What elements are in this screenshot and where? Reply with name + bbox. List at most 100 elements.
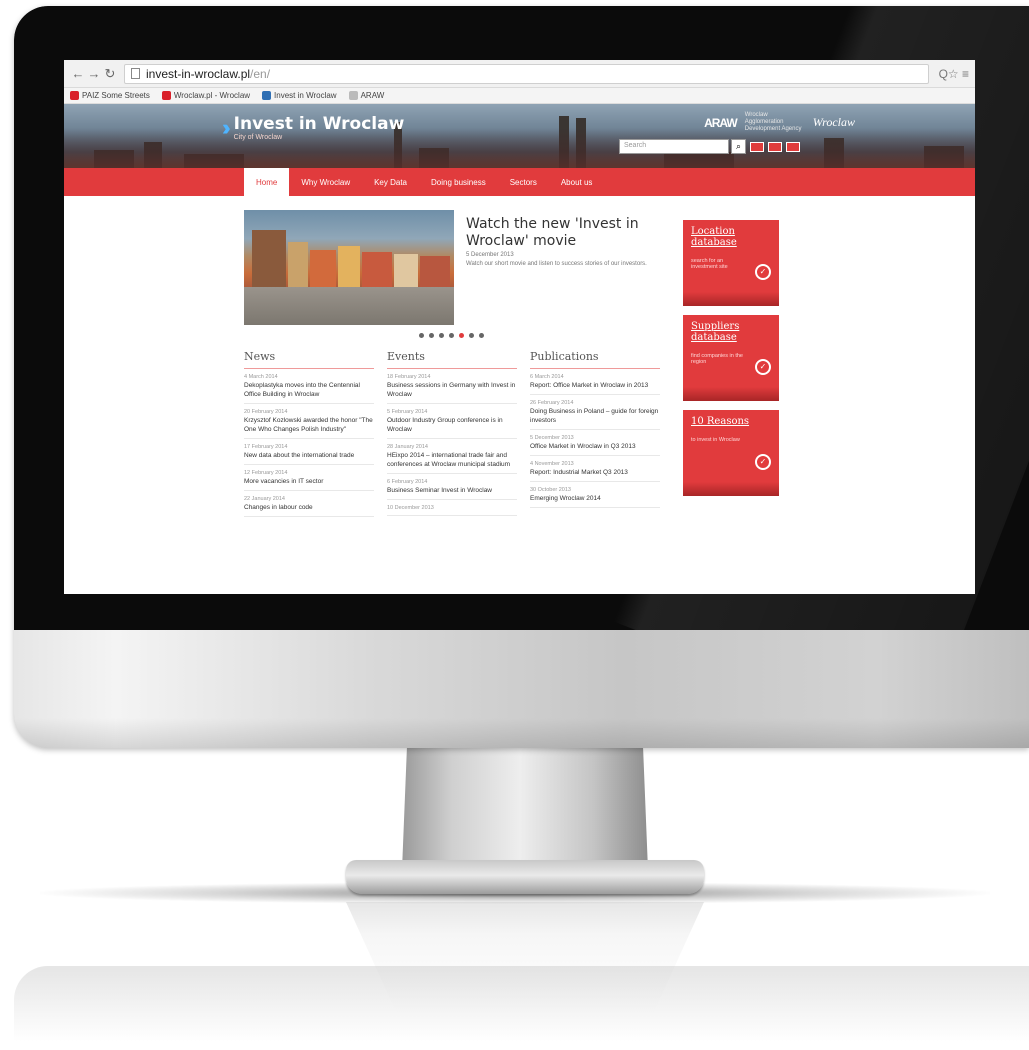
page-icon: [131, 68, 140, 79]
slider-dot[interactable]: [419, 333, 424, 338]
list-item[interactable]: 5 December 2013 Office Market in Wroclaw …: [530, 430, 660, 456]
language-button[interactable]: [786, 141, 800, 152]
sidebar-box-title[interactable]: Location database: [691, 226, 771, 248]
language-button[interactable]: [768, 141, 782, 152]
item-date: 6 March 2014: [530, 374, 564, 380]
list-item[interactable]: 12 February 2014 More vacancies in IT sec…: [244, 465, 374, 491]
slider-dot[interactable]: [479, 333, 484, 338]
sidebar-box-title[interactable]: Suppliers database: [691, 321, 771, 343]
nav-item-home[interactable]: Home: [244, 168, 290, 196]
monitor-chin: [14, 630, 1029, 748]
sidebar-box[interactable]: Location database search for an investmen…: [683, 220, 779, 306]
slide-title[interactable]: Watch the new 'Invest in Wroclaw' movie: [466, 216, 662, 250]
sidebar-box-subtitle: search for an investment site: [691, 258, 728, 270]
nav-item-key-data[interactable]: Key Data: [362, 168, 419, 196]
site-logo[interactable]: ›› Invest in Wroclaw City of Wroclaw: [222, 114, 404, 141]
nav-item-sectors[interactable]: Sectors: [498, 168, 549, 196]
column-title[interactable]: Publications: [530, 350, 660, 369]
sidebar-box[interactable]: Suppliers database find companies in the …: [683, 315, 779, 401]
item-date: 4 November 2013: [530, 461, 574, 467]
sidebar-box-subtitle: to invest in Wroclaw: [691, 437, 740, 443]
city-slogan: Wroclaw: [812, 115, 855, 129]
list-item[interactable]: 17 February 2014 New data about the inter…: [244, 439, 374, 465]
list-item[interactable]: 6 February 2014 Business Seminar Invest i…: [387, 474, 517, 500]
item-title[interactable]: Business sessions in Germany with Invest…: [387, 381, 517, 399]
search-icon[interactable]: ⌕: [731, 139, 746, 154]
bookmark-item[interactable]: ARAW: [348, 91, 385, 100]
list-item[interactable]: 18 February 2014 Business sessions in Ger…: [387, 369, 517, 404]
reload-icon[interactable]: ↻: [102, 66, 118, 82]
list-item[interactable]: 26 February 2014 Doing Business in Poland…: [530, 395, 660, 430]
logo-subtitle: City of Wroclaw: [233, 134, 283, 141]
nav-item-why-wroclaw[interactable]: Why Wroclaw: [289, 168, 362, 196]
sidebar-box-footer: [683, 387, 779, 401]
item-title[interactable]: Office Market in Wroclaw in Q3 2013: [530, 442, 660, 451]
language-button[interactable]: [750, 141, 764, 152]
list-item[interactable]: 6 March 2014 Report: Office Market in Wro…: [530, 369, 660, 395]
column-title[interactable]: News: [244, 350, 374, 369]
nav-item-doing-business[interactable]: Doing business: [419, 168, 498, 196]
bookmarks-bar: PAIZ Some Streets Wroclaw.pl - Wroclaw Inv…: [64, 88, 975, 104]
list-item[interactable]: 20 February 2014 Krzysztof Kozlowski awar…: [244, 404, 374, 439]
screen: ← → ↻ invest-in-wroclaw.pl/en/ Q☆ ≡ PAIZ…: [64, 60, 975, 594]
item-date: 18 February 2014: [387, 374, 431, 380]
column-title[interactable]: Events: [387, 350, 517, 369]
item-date: 22 January 2014: [244, 496, 285, 502]
slider-dot[interactable]: [429, 333, 434, 338]
slider-dot[interactable]: [469, 333, 474, 338]
page-bookmark-icon: [161, 91, 171, 100]
url-host: invest-in-wroclaw.pl: [146, 66, 251, 81]
column-news: News 4 March 2014 Dekoplastyka moves into …: [244, 350, 374, 517]
item-date: 5 February 2014: [387, 409, 428, 415]
bookmark-label: Wroclaw.pl - Wroclaw: [173, 91, 251, 100]
item-title[interactable]: Emerging Wroclaw 2014: [530, 494, 660, 503]
list-item[interactable]: 10 December 2013: [387, 500, 517, 516]
monitor-stand-base: [346, 860, 704, 894]
location-check-icon: ✓: [755, 454, 771, 470]
list-item[interactable]: 4 March 2014 Dekoplastyka moves into the …: [244, 369, 374, 404]
agency-logo[interactable]: ARAW: [704, 116, 738, 130]
list-item[interactable]: 28 January 2014 HEixpo 2014 – internation…: [387, 439, 517, 474]
item-title[interactable]: Outdoor Industry Group conference is in …: [387, 416, 517, 434]
item-title[interactable]: Krzysztof Kozlowski awarded the honor "T…: [244, 416, 374, 434]
sidebar-box[interactable]: 10 Reasons to invest in Wroclaw ✓: [683, 410, 779, 496]
slider-dot[interactable]: [439, 333, 444, 338]
site-header: ›› Invest in Wroclaw City of Wroclaw ARA…: [64, 104, 975, 168]
list-item[interactable]: 4 November 2013 Report: Industrial Market…: [530, 456, 660, 482]
list-item[interactable]: 22 January 2014 Changes in labour code: [244, 491, 374, 517]
item-date: 17 February 2014: [244, 444, 288, 450]
bookmark-label: PAIZ Some Streets: [82, 91, 150, 100]
forward-arrow-icon[interactable]: →: [86, 66, 102, 81]
bookmark-item[interactable]: Invest in Wroclaw: [262, 91, 337, 100]
item-title[interactable]: Report: Industrial Market Q3 2013: [530, 468, 660, 477]
item-title[interactable]: HEixpo 2014 – international trade fair a…: [387, 451, 517, 469]
slider-dot[interactable]: [459, 333, 464, 338]
sidebar-box-title[interactable]: 10 Reasons: [691, 416, 771, 427]
item-title[interactable]: New data about the international trade: [244, 451, 374, 460]
item-title[interactable]: Changes in labour code: [244, 503, 374, 512]
item-title[interactable]: Business Seminar Invest in Wroclaw: [387, 486, 517, 495]
search-input[interactable]: Search: [619, 139, 729, 154]
slide-description: Watch our short movie and listen to succ…: [466, 261, 647, 267]
slider-dot[interactable]: [449, 333, 454, 338]
item-title[interactable]: Report: Office Market in Wroclaw in 2013: [530, 381, 660, 390]
item-title[interactable]: Doing Business in Poland – guide for for…: [530, 407, 660, 425]
product-mockup: ← → ↻ invest-in-wroclaw.pl/en/ Q☆ ≡ PAIZ…: [0, 0, 1029, 1050]
item-date: 10 December 2013: [387, 505, 434, 511]
address-bar[interactable]: invest-in-wroclaw.pl/en/: [124, 63, 929, 84]
sidebar-box-footer: [683, 292, 779, 306]
nav-item-about-us[interactable]: About us: [549, 168, 605, 196]
item-title[interactable]: Dekoplastyka moves into the Centennial O…: [244, 381, 374, 399]
featured-slider: Watch the new 'Invest in Wroclaw' movie …: [244, 210, 975, 325]
back-arrow-icon[interactable]: ←: [70, 66, 86, 81]
item-date: 4 March 2014: [244, 374, 278, 380]
location-check-icon: ✓: [755, 264, 771, 280]
bookmark-label: ARAW: [360, 91, 385, 100]
bookmark-item[interactable]: Wroclaw.pl - Wroclaw: [161, 91, 251, 100]
browser-menu-icons[interactable]: Q☆ ≡: [939, 67, 969, 81]
item-title[interactable]: More vacancies in IT sector: [244, 477, 374, 486]
list-item[interactable]: 30 October 2013 Emerging Wroclaw 2014: [530, 482, 660, 508]
slide-image[interactable]: [244, 210, 454, 325]
list-item[interactable]: 5 February 2014 Outdoor Industry Group co…: [387, 404, 517, 439]
bookmark-item[interactable]: PAIZ Some Streets: [70, 91, 150, 100]
